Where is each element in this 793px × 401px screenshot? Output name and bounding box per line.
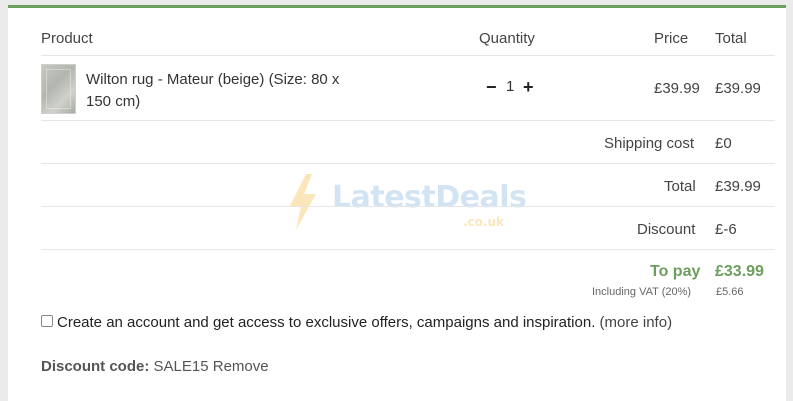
item-total: £39.99: [715, 80, 761, 97]
header-total: Total: [715, 30, 747, 47]
header-price: Price: [654, 30, 689, 47]
to-pay-label: To pay: [650, 263, 701, 280]
create-account-label[interactable]: Create an account and get access to excl…: [57, 314, 672, 331]
minus-icon[interactable]: −: [486, 78, 497, 96]
cart-panel: Product Quantity Price Total Wilton rug …: [8, 5, 786, 401]
product-name[interactable]: Wilton rug - Mateur (beige) (Size: 80 x …: [86, 69, 366, 113]
remove-discount-link[interactable]: Remove: [213, 358, 269, 375]
discount-code-value: SALE15: [153, 358, 209, 375]
item-price: £39.99: [654, 80, 700, 97]
discount-code-label: Discount code:: [41, 358, 150, 375]
watermark-logo: LatestDeals .co.uk: [288, 170, 527, 240]
product-thumbnail[interactable]: [41, 64, 76, 114]
create-account-checkbox[interactable]: [41, 315, 53, 327]
create-account-text: Create an account and get access to excl…: [57, 314, 596, 331]
more-info-link[interactable]: (more info): [600, 314, 673, 331]
vat-label: Including VAT (20%): [592, 286, 692, 298]
discount-value: £-6: [715, 221, 737, 238]
quantity-value: 1: [506, 78, 515, 95]
header-quantity: Quantity: [479, 30, 535, 47]
shipping-label: Shipping cost: [604, 135, 695, 152]
shipping-value: £0: [715, 135, 732, 152]
to-pay-value: £33.99: [715, 263, 764, 280]
watermark-brand: LatestDeals: [332, 180, 527, 215]
discount-label: Discount: [637, 221, 696, 238]
header-product: Product: [41, 30, 93, 47]
plus-icon[interactable]: +: [523, 78, 534, 96]
watermark-domain: .co.uk: [463, 215, 504, 229]
total-value: £39.99: [715, 178, 761, 195]
divider: [41, 163, 775, 164]
divider: [41, 249, 775, 250]
divider: [41, 120, 775, 121]
vat-value: £5.66: [716, 286, 744, 298]
discount-code-row: Discount code: SALE15 Remove: [41, 358, 269, 375]
total-label: Total: [664, 178, 696, 195]
divider: [41, 206, 775, 207]
lightning-bolt-icon: [290, 174, 316, 230]
divider: [41, 55, 775, 56]
